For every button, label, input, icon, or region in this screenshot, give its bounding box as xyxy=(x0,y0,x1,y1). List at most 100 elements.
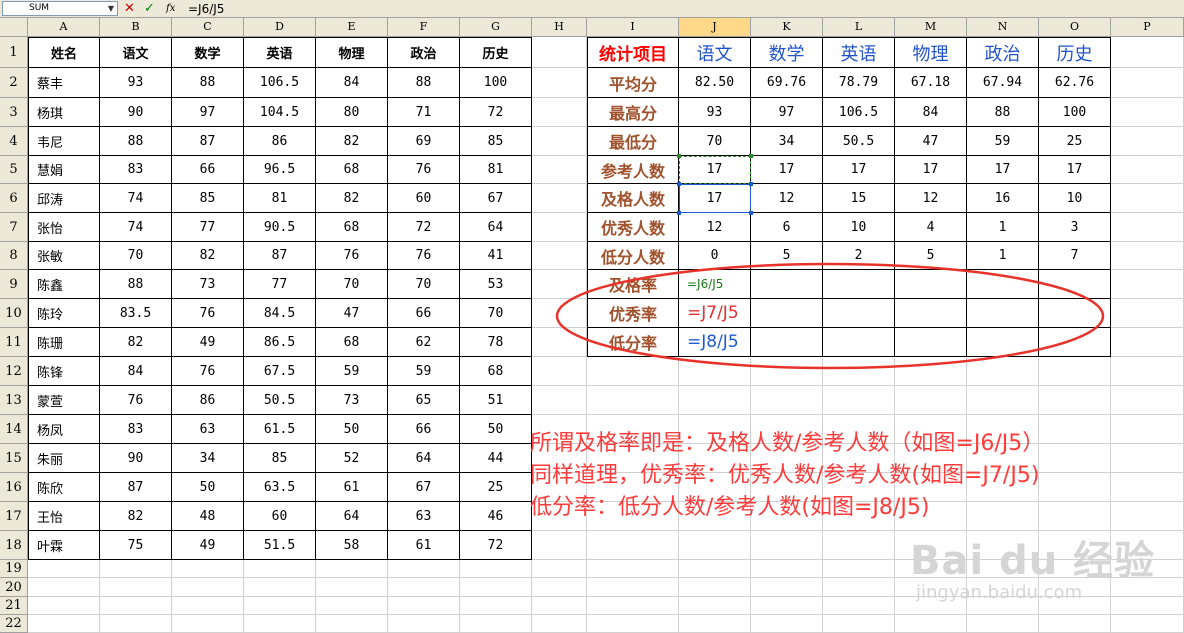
student-header-cell[interactable]: 英语 xyxy=(244,37,316,68)
stat-value-cell[interactable] xyxy=(967,270,1039,299)
score-cell[interactable]: 68 xyxy=(316,328,388,357)
score-cell[interactable]: 76 xyxy=(172,357,244,386)
cell[interactable] xyxy=(751,357,823,386)
student-name-cell[interactable]: 杨琪 xyxy=(28,98,100,127)
subject-header-cell[interactable]: 历史 xyxy=(1039,37,1111,68)
row-header-13[interactable]: 13 xyxy=(0,386,28,415)
score-cell[interactable]: 61 xyxy=(316,473,388,502)
score-cell[interactable]: 59 xyxy=(388,357,460,386)
score-cell[interactable]: 75 xyxy=(100,531,172,560)
cell[interactable] xyxy=(679,357,751,386)
score-cell[interactable]: 72 xyxy=(460,98,532,127)
cell[interactable] xyxy=(679,578,751,597)
student-name-cell[interactable]: 叶霖 xyxy=(28,531,100,560)
score-cell[interactable]: 84.5 xyxy=(244,299,316,328)
stat-value-cell[interactable] xyxy=(967,299,1039,328)
row-header-1[interactable]: 1 xyxy=(0,37,28,68)
cell[interactable] xyxy=(1111,597,1184,615)
row-header-8[interactable]: 8 xyxy=(0,242,28,270)
score-cell[interactable]: 67.5 xyxy=(244,357,316,386)
cell[interactable] xyxy=(532,184,587,213)
cell[interactable] xyxy=(895,560,967,578)
score-cell[interactable]: 62 xyxy=(388,328,460,357)
row-header-19[interactable]: 19 xyxy=(0,560,28,578)
cell[interactable] xyxy=(172,560,244,578)
cell[interactable] xyxy=(967,560,1039,578)
cell[interactable] xyxy=(28,560,100,578)
stat-value-cell[interactable] xyxy=(751,299,823,328)
score-cell[interactable]: 68 xyxy=(316,213,388,242)
stat-value-cell[interactable]: 100 xyxy=(1039,98,1111,127)
score-cell[interactable]: 66 xyxy=(172,156,244,184)
score-cell[interactable]: 70 xyxy=(460,299,532,328)
cell[interactable] xyxy=(244,560,316,578)
chevron-down-icon[interactable]: ▼ xyxy=(108,2,114,15)
cell[interactable] xyxy=(967,386,1039,415)
stat-value-cell[interactable]: 12 xyxy=(679,213,751,242)
stat-value-cell[interactable] xyxy=(1039,299,1111,328)
stat-value-cell[interactable]: 67.18 xyxy=(895,68,967,98)
student-name-cell[interactable]: 陈珊 xyxy=(28,328,100,357)
score-cell[interactable]: 83.5 xyxy=(100,299,172,328)
score-cell[interactable]: 82 xyxy=(100,502,172,531)
cell[interactable] xyxy=(751,578,823,597)
cell[interactable] xyxy=(100,597,172,615)
score-cell[interactable]: 50 xyxy=(316,415,388,444)
cell[interactable] xyxy=(1111,68,1184,98)
cell[interactable] xyxy=(1039,615,1111,633)
stat-value-cell[interactable]: 17 xyxy=(679,156,751,184)
stat-value-cell[interactable]: 7 xyxy=(1039,242,1111,270)
row-header-12[interactable]: 12 xyxy=(0,357,28,386)
student-name-cell[interactable]: 王怡 xyxy=(28,502,100,531)
column-header-l[interactable]: L xyxy=(823,18,895,37)
student-name-cell[interactable]: 蒙萱 xyxy=(28,386,100,415)
subject-header-cell[interactable]: 物理 xyxy=(895,37,967,68)
score-cell[interactable]: 50 xyxy=(460,415,532,444)
score-cell[interactable]: 49 xyxy=(172,328,244,357)
stat-value-cell[interactable]: 10 xyxy=(823,213,895,242)
column-header-c[interactable]: C xyxy=(172,18,244,37)
cell[interactable] xyxy=(1039,386,1111,415)
cell[interactable] xyxy=(1039,597,1111,615)
cell[interactable] xyxy=(532,98,587,127)
stat-label-cell[interactable]: 及格率 xyxy=(587,270,679,299)
score-cell[interactable]: 68 xyxy=(460,357,532,386)
student-name-cell[interactable]: 朱丽 xyxy=(28,444,100,473)
score-cell[interactable]: 58 xyxy=(316,531,388,560)
selection-handle[interactable] xyxy=(749,182,753,186)
cell[interactable] xyxy=(1039,357,1111,386)
student-name-cell[interactable]: 陈鑫 xyxy=(28,270,100,299)
check-icon[interactable]: ✓ xyxy=(144,0,155,17)
score-cell[interactable]: 59 xyxy=(316,357,388,386)
score-cell[interactable]: 70 xyxy=(100,242,172,270)
selection-handle[interactable] xyxy=(749,154,753,158)
cell[interactable] xyxy=(172,615,244,633)
score-cell[interactable]: 76 xyxy=(388,242,460,270)
column-header-d[interactable]: D xyxy=(244,18,316,37)
score-cell[interactable]: 50 xyxy=(172,473,244,502)
score-cell[interactable]: 100 xyxy=(460,68,532,98)
student-header-cell[interactable]: 数学 xyxy=(172,37,244,68)
cell[interactable] xyxy=(587,357,679,386)
column-header-m[interactable]: M xyxy=(895,18,967,37)
stat-label-cell[interactable]: 最高分 xyxy=(587,98,679,127)
cell[interactable] xyxy=(388,578,460,597)
cell[interactable] xyxy=(1111,578,1184,597)
stat-value-cell[interactable]: 1 xyxy=(967,242,1039,270)
stat-value-cell[interactable]: 82.50 xyxy=(679,68,751,98)
student-header-cell[interactable]: 姓名 xyxy=(28,37,100,68)
selection-handle[interactable] xyxy=(677,154,681,158)
stat-value-cell[interactable]: 67.94 xyxy=(967,68,1039,98)
stat-value-cell[interactable]: 6 xyxy=(751,213,823,242)
cell[interactable] xyxy=(823,597,895,615)
cell[interactable] xyxy=(532,328,587,357)
score-cell[interactable]: 69 xyxy=(388,127,460,156)
stat-value-cell[interactable]: 2 xyxy=(823,242,895,270)
row-header-11[interactable]: 11 xyxy=(0,328,28,357)
cell[interactable] xyxy=(1111,615,1184,633)
cell[interactable] xyxy=(532,299,587,328)
cell[interactable] xyxy=(823,531,895,560)
score-cell[interactable]: 77 xyxy=(244,270,316,299)
column-header-o[interactable]: O xyxy=(1039,18,1111,37)
cell[interactable] xyxy=(1111,560,1184,578)
